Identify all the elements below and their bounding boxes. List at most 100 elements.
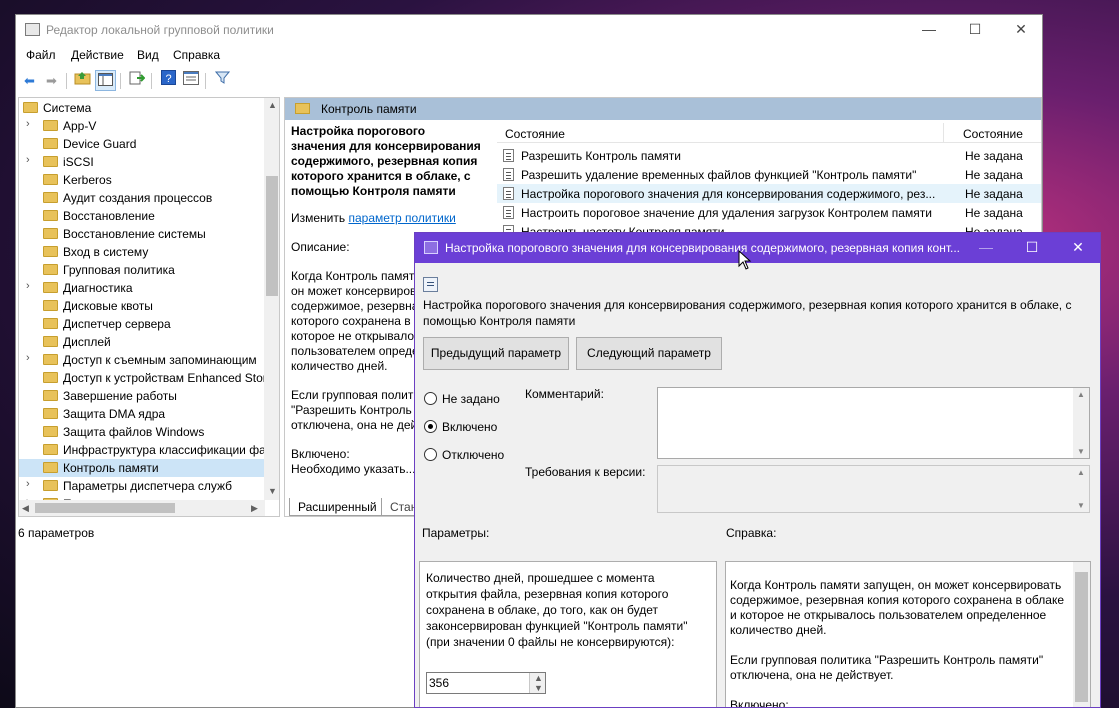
dialog-app-icon: [424, 241, 438, 254]
tree-item[interactable]: Device Guard: [19, 135, 265, 153]
tree-item[interactable]: Система: [19, 99, 265, 117]
tree-pane[interactable]: Система › App-V Device Guard › iSCSI Kerberos А…: [18, 97, 280, 517]
scrollbar-thumb[interactable]: [35, 503, 175, 513]
tree-item[interactable]: Завершение работы: [19, 387, 265, 405]
scroll-right-arrow-icon[interactable]: ▶: [251, 503, 258, 514]
radio-disabled-circle[interactable]: [424, 448, 437, 461]
policy-setting-row[interactable]: Настройка порогового значения для консер…: [497, 184, 1041, 203]
forward-arrow-icon[interactable]: ➡: [41, 70, 62, 91]
tree-item-label: Восстановление: [63, 209, 155, 223]
policy-setting-row[interactable]: Настроить пороговое значение для удалени…: [497, 203, 1041, 222]
tree-item-label: Параметры диспетчера служб: [63, 479, 233, 493]
expand-chevron-icon[interactable]: ›: [26, 478, 36, 490]
tree-vertical-scrollbar[interactable]: ▲ ▼: [264, 98, 279, 500]
spin-buttons[interactable]: ▲ ▼: [529, 673, 545, 693]
filter-icon[interactable]: [212, 70, 233, 91]
edit-policy-line: Изменить параметр политики: [291, 211, 481, 226]
tree-item[interactable]: Контроль памяти: [19, 459, 265, 477]
tree-item[interactable]: Восстановление системы: [19, 225, 265, 243]
scrollbar-thumb[interactable]: [266, 176, 278, 296]
expand-chevron-icon[interactable]: ›: [26, 118, 36, 130]
show-hide-tree-icon[interactable]: [95, 70, 116, 91]
version-scrollbar[interactable]: ▲ ▼: [1073, 466, 1089, 512]
gpedit-app-icon: [25, 23, 40, 36]
radio-enabled-circle[interactable]: [424, 420, 437, 433]
menu-file[interactable]: Файл: [26, 48, 56, 62]
days-spinbox[interactable]: 356 ▲ ▼: [426, 672, 546, 694]
tree-item[interactable]: Дисплей: [19, 333, 265, 351]
close-button[interactable]: ✕: [998, 15, 1042, 45]
export-list-icon[interactable]: [126, 70, 147, 91]
scroll-down-arrow-icon[interactable]: ▼: [268, 486, 277, 496]
tree-item[interactable]: Kerberos: [19, 171, 265, 189]
tree-item-label: App-V: [63, 119, 97, 133]
tree-horizontal-scrollbar[interactable]: ◀ ▶: [19, 500, 265, 516]
days-value[interactable]: 356: [429, 676, 449, 690]
scroll-down-arrow-icon[interactable]: ▼: [1077, 447, 1085, 456]
menu-action[interactable]: Действие: [71, 48, 124, 62]
tree-item[interactable]: Дисковые квоты: [19, 297, 265, 315]
comment-scrollbar[interactable]: ▲ ▼: [1073, 388, 1089, 458]
expand-chevron-icon[interactable]: ›: [26, 154, 36, 166]
policy-setting-row[interactable]: Разрешить Контроль памяти Не задана: [497, 146, 1041, 165]
dialog-close-button[interactable]: ✕: [1055, 233, 1100, 263]
dialog-minimize-button[interactable]: —: [963, 233, 1009, 263]
minimize-button[interactable]: —: [906, 15, 952, 45]
column-header-state[interactable]: Состояние: [963, 127, 1023, 141]
radio-not-configured-circle[interactable]: [424, 392, 437, 405]
tree-item[interactable]: › App-V: [19, 117, 265, 135]
maximize-button[interactable]: ☐: [952, 15, 998, 45]
dialog-maximize-button[interactable]: ☐: [1009, 233, 1055, 263]
tree-item-label: Device Guard: [63, 137, 137, 151]
tree-item[interactable]: › Доступ к съемным запоминающим: [19, 351, 265, 369]
expand-chevron-icon[interactable]: ›: [26, 280, 36, 292]
tree-item[interactable]: Инфраструктура классификации фа: [19, 441, 266, 459]
spin-up-arrow-icon[interactable]: ▲: [534, 673, 543, 683]
menu-help[interactable]: Справка: [173, 48, 220, 62]
radio-not-configured[interactable]: Не задано: [424, 390, 524, 408]
properties-icon[interactable]: [180, 70, 201, 91]
menu-view[interactable]: Вид: [137, 48, 159, 62]
folder-icon: [43, 282, 58, 293]
policy-setting-row[interactable]: Разрешить удаление временных файлов функ…: [497, 165, 1041, 184]
tree-item[interactable]: Диспетчер сервера: [19, 315, 265, 333]
back-arrow-icon[interactable]: ⬅: [19, 70, 40, 91]
tree-item[interactable]: Восстановление: [19, 207, 265, 225]
radio-disabled[interactable]: Отключено: [424, 446, 524, 464]
column-divider[interactable]: [943, 123, 944, 143]
folder-icon: [295, 103, 310, 114]
scroll-down-arrow-icon[interactable]: ▼: [1077, 501, 1085, 510]
help-scrollbar[interactable]: [1073, 562, 1090, 707]
tree-item[interactable]: › iSCSI: [19, 153, 265, 171]
tree-item[interactable]: Аудит создания процессов: [19, 189, 265, 207]
previous-setting-button[interactable]: Предыдущий параметр: [423, 337, 569, 370]
tree-item[interactable]: Групповая политика: [19, 261, 265, 279]
scroll-up-arrow-icon[interactable]: ▲: [1077, 390, 1085, 399]
dialog-title-bar[interactable]: Настройка порогового значения для консер…: [415, 233, 1100, 263]
radio-enabled[interactable]: Включено: [424, 418, 524, 436]
next-setting-button[interactable]: Следующий параметр: [576, 337, 722, 370]
tree-item[interactable]: › Диагностика: [19, 279, 265, 297]
up-folder-icon[interactable]: [72, 70, 93, 91]
spin-down-arrow-icon[interactable]: ▼: [534, 683, 543, 693]
title-bar[interactable]: Редактор локальной групповой политики — …: [16, 15, 1042, 45]
tree-item[interactable]: Защита DMA ядра: [19, 405, 265, 423]
tree-item[interactable]: Доступ к устройствам Enhanced Stor: [19, 369, 267, 387]
list-header: Состояние Состояние: [497, 123, 1041, 143]
column-header-setting[interactable]: Состояние: [505, 127, 565, 141]
comment-field[interactable]: ▲ ▼: [657, 387, 1090, 459]
scroll-up-arrow-icon[interactable]: ▲: [268, 100, 277, 110]
scroll-up-arrow-icon[interactable]: ▲: [1077, 468, 1085, 477]
details-header: Контроль памяти: [285, 98, 1041, 120]
tree-item[interactable]: › Параметры диспетчера служб: [19, 477, 265, 495]
scroll-left-arrow-icon[interactable]: ◀: [22, 503, 29, 514]
tab-extended[interactable]: Расширенный: [289, 498, 386, 516]
policy-setting-name: Разрешить удаление временных файлов функ…: [521, 168, 917, 182]
tree-item[interactable]: Вход в систему: [19, 243, 265, 261]
scrollbar-thumb[interactable]: [1075, 572, 1088, 702]
expand-chevron-icon[interactable]: ›: [26, 352, 36, 364]
tree-item-label: Аудит создания процессов: [63, 191, 213, 205]
edit-policy-link[interactable]: параметр политики: [348, 211, 455, 225]
help-icon[interactable]: ?: [158, 70, 179, 91]
tree-item[interactable]: Защита файлов Windows: [19, 423, 265, 441]
